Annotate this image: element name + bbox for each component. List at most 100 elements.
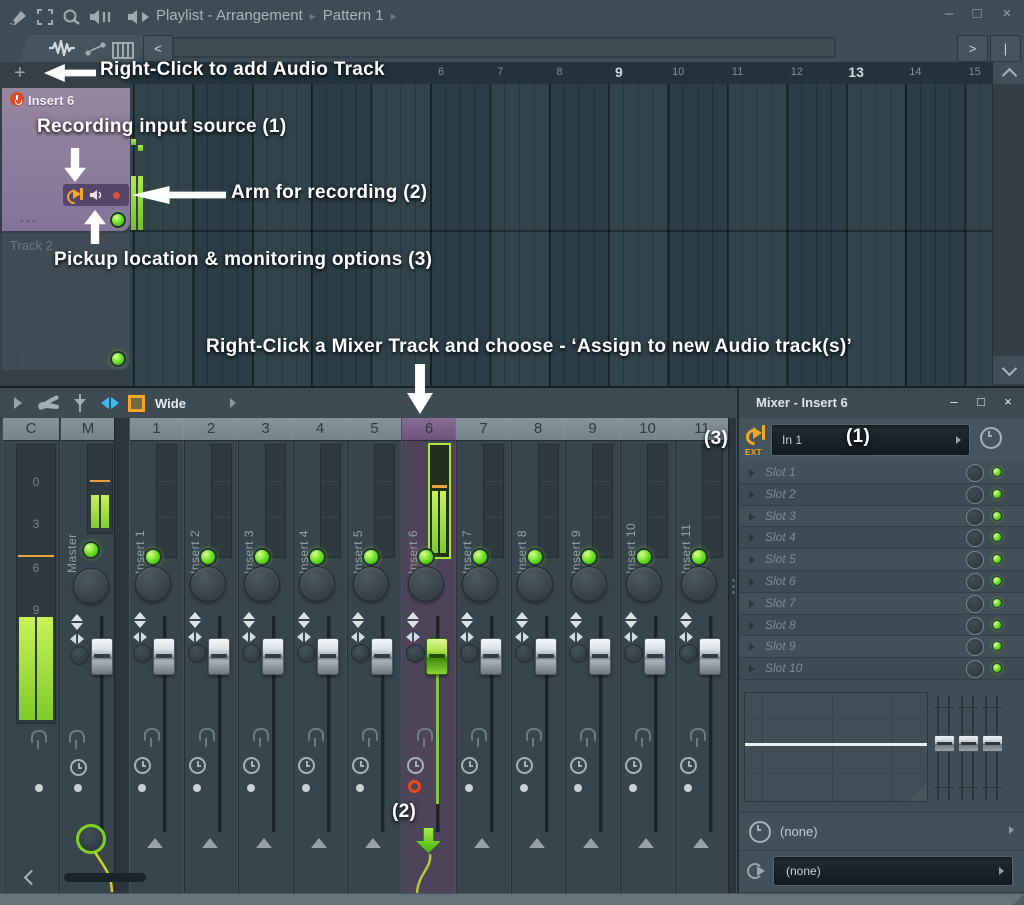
volume-fader[interactable]: [589, 638, 611, 675]
dock-arrow-icon[interactable]: [147, 838, 163, 848]
pan-arrows-icon[interactable]: [70, 634, 76, 644]
plugin-link-icon[interactable]: [580, 728, 596, 741]
track-enable-led[interactable]: [253, 548, 271, 566]
effect-slot-6[interactable]: Slot 6: [739, 571, 1024, 593]
mixer-strip-4[interactable]: 4Insert 4: [292, 418, 348, 893]
pan-arrows-icon[interactable]: [242, 632, 248, 642]
record-arm-dot[interactable]: [74, 784, 82, 792]
record-arm-dot[interactable]: [193, 784, 201, 792]
slot-enable-led[interactable]: [992, 489, 1002, 499]
scroll-up-button[interactable]: [993, 62, 1024, 84]
record-arm-dot[interactable]: [138, 784, 146, 792]
pan-arrows-icon[interactable]: [624, 632, 630, 642]
pan-arrows-icon[interactable]: [515, 632, 521, 642]
stereo-sep-icon[interactable]: [189, 612, 201, 619]
dock-arrow-icon[interactable]: [256, 838, 272, 848]
stereo-knob[interactable]: [569, 644, 588, 663]
volume-fader[interactable]: [426, 638, 448, 675]
plugin-link-icon[interactable]: [635, 728, 651, 741]
playlist-hscrollbar[interactable]: [172, 37, 836, 58]
latency-clock-icon[interactable]: [352, 757, 369, 774]
stereo-sep-icon[interactable]: [570, 621, 582, 628]
scroll-forward-button[interactable]: >: [957, 35, 988, 62]
stereo-sep-icon[interactable]: [243, 621, 255, 628]
disk-output-icon[interactable]: [747, 862, 767, 880]
scroll-back-button[interactable]: <: [143, 35, 173, 62]
latency-clock-icon[interactable]: [407, 757, 424, 774]
stereo-sep-icon[interactable]: [352, 612, 364, 619]
record-arm-dot[interactable]: [35, 784, 43, 792]
mixer-maximize-button[interactable]: □: [971, 394, 991, 409]
slot-menu-icon[interactable]: [749, 578, 755, 586]
playlist-vscrollbar[interactable]: [992, 62, 1024, 388]
slot-menu-icon[interactable]: [749, 534, 755, 542]
record-arm-dot[interactable]: [684, 784, 692, 792]
disk-output-select[interactable]: (none): [773, 856, 1013, 886]
strip-number[interactable]: 6: [402, 418, 456, 441]
strip-number[interactable]: 3: [238, 418, 293, 441]
track-name[interactable]: Track 2: [10, 238, 53, 253]
mixer-strip-1[interactable]: 1Insert 1: [128, 418, 185, 893]
resize-grip[interactable]: [1012, 894, 1024, 905]
slot-menu-icon[interactable]: [749, 643, 755, 651]
mixer-strip-7[interactable]: 7Insert 7: [455, 418, 512, 893]
dock-arrow-icon[interactable]: [693, 838, 709, 848]
track-enable-led[interactable]: [417, 548, 435, 566]
pan-knob[interactable]: [462, 566, 498, 602]
slot-enable-led[interactable]: [992, 511, 1002, 521]
slot-menu-icon[interactable]: [749, 491, 755, 499]
pan-arrows-icon[interactable]: [359, 632, 365, 642]
stereo-sep-icon[interactable]: [407, 612, 419, 619]
mixer-strip-8[interactable]: 8Insert 8: [510, 418, 566, 893]
mixer-layout-label[interactable]: Wide: [155, 396, 186, 411]
track-enable-led[interactable]: [144, 548, 162, 566]
stereo-sep-icon[interactable]: [298, 621, 310, 628]
stereo-knob[interactable]: [406, 644, 425, 663]
record-arm-dot[interactable]: [247, 784, 255, 792]
effect-slot-2[interactable]: Slot 2: [739, 484, 1024, 506]
latency-clock-icon[interactable]: [570, 757, 587, 774]
pan-knob[interactable]: [626, 566, 662, 602]
record-arm-dot[interactable]: [465, 784, 473, 792]
playback-tool-icon[interactable]: [88, 8, 114, 26]
effect-slot-10[interactable]: Slot 10: [739, 658, 1024, 680]
track-options-dots[interactable]: ...: [20, 348, 38, 364]
slot-menu-icon[interactable]: [749, 469, 755, 477]
slot-enable-led[interactable]: [992, 532, 1002, 542]
effect-slot-7[interactable]: Slot 7: [739, 593, 1024, 615]
pan-arrows-icon[interactable]: [297, 632, 303, 642]
slot-mix-knob[interactable]: [966, 508, 984, 526]
slot-mix-knob[interactable]: [966, 551, 984, 569]
record-arm-dot[interactable]: [302, 784, 310, 792]
mixer-strip-10[interactable]: 10Insert 10: [619, 418, 676, 893]
effect-slot-4[interactable]: Slot 4: [739, 527, 1024, 549]
latency-clock-icon[interactable]: [461, 757, 478, 774]
pan-arrows-icon[interactable]: [414, 632, 420, 642]
record-time-value[interactable]: (none): [780, 824, 818, 839]
strip-number[interactable]: 4: [293, 418, 347, 441]
pan-knob[interactable]: [135, 566, 171, 602]
pan-arrows-icon[interactable]: [351, 632, 357, 642]
monitor-speaker-icon[interactable]: [89, 188, 104, 202]
dock-arrow-icon[interactable]: [529, 838, 545, 848]
playlist-track-header-insert6[interactable]: Insert 6 ...: [2, 88, 130, 231]
slot-enable-led[interactable]: [992, 554, 1002, 564]
pan-knob[interactable]: [681, 566, 717, 602]
dock-arrow-icon[interactable]: [365, 838, 381, 848]
pan-arrows-icon[interactable]: [406, 632, 412, 642]
mixer-strip-C[interactable]: C 0369: [2, 418, 60, 893]
clock-icon[interactable]: [749, 821, 771, 843]
mixer-hscroll-thumb[interactable]: [64, 873, 146, 882]
input-record-timer-icon[interactable]: [980, 427, 1002, 449]
track-enable-led[interactable]: [471, 548, 489, 566]
track-name[interactable]: Insert 6: [28, 93, 74, 108]
maximize-button[interactable]: □: [966, 5, 988, 22]
track-enable-led[interactable]: [526, 548, 544, 566]
slot-enable-led[interactable]: [992, 663, 1002, 673]
slot-mix-knob[interactable]: [966, 595, 984, 613]
stereo-knob[interactable]: [133, 644, 152, 663]
slot-mix-knob[interactable]: [966, 464, 984, 482]
stereo-knob[interactable]: [351, 644, 370, 663]
layout-next-icon[interactable]: [230, 398, 236, 408]
plugin-link-icon[interactable]: [199, 728, 215, 741]
